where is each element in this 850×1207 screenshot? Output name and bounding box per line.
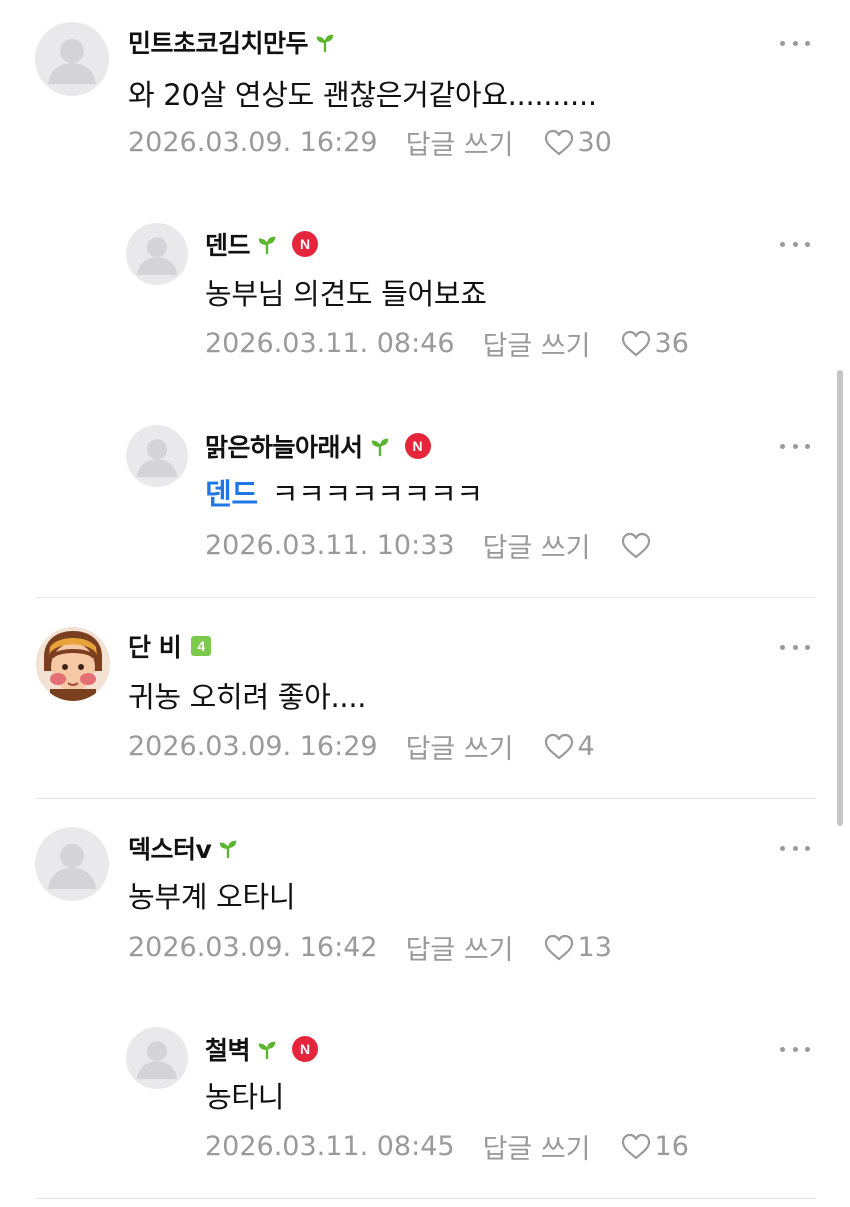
heart-outline-icon xyxy=(544,129,573,155)
avatar[interactable] xyxy=(35,827,109,901)
divider xyxy=(36,597,816,598)
more-horizontal-icon xyxy=(780,443,785,449)
comment-date: 2026.03.09. 16:29 xyxy=(128,730,378,762)
avatar[interactable] xyxy=(36,627,110,701)
new-user-badge: N xyxy=(404,433,431,459)
comment-meta: 2026.03.09. 16:42 답글 쓰기 13 xyxy=(128,928,612,967)
nickname[interactable]: 단 비 xyxy=(128,628,182,664)
heart-outline-icon xyxy=(621,532,650,558)
heart-outline-icon xyxy=(621,330,650,356)
character-avatar-icon xyxy=(36,627,110,701)
like-button[interactable]: 30 xyxy=(544,127,612,158)
avatar[interactable] xyxy=(126,425,188,487)
more-horizontal-icon xyxy=(780,241,785,247)
more-options-button[interactable] xyxy=(780,1039,810,1059)
divider xyxy=(36,1198,816,1199)
like-button[interactable]: 36 xyxy=(621,328,689,359)
default-user-avatar-icon xyxy=(136,439,178,477)
avatar[interactable] xyxy=(126,223,188,285)
name-line: 민트초코김치만두 xyxy=(128,25,336,59)
comment-date: 2026.03.09. 16:29 xyxy=(128,126,378,158)
sprout-icon xyxy=(316,34,334,53)
name-line: 철벽 N xyxy=(205,1031,319,1067)
reply-button[interactable]: 답글 쓰기 xyxy=(483,324,591,363)
comment-meta: 2026.03.11. 10:33 답글 쓰기 xyxy=(205,526,655,565)
divider xyxy=(36,798,816,799)
new-user-badge: N xyxy=(292,1036,319,1062)
comment-text: 와 20살 연상도 괜찮은거같아요.......... xyxy=(128,78,597,112)
like-button[interactable]: 16 xyxy=(621,1131,689,1162)
comment-text: 농부님 의견도 들어보죠 xyxy=(205,277,487,311)
reply-button[interactable]: 답글 쓰기 xyxy=(406,123,514,162)
scrollbar[interactable] xyxy=(837,370,843,826)
heart-outline-icon xyxy=(621,1133,650,1159)
more-horizontal-icon xyxy=(780,644,785,650)
new-user-badge: N xyxy=(292,231,319,257)
heart-outline-icon xyxy=(544,934,573,960)
nickname[interactable]: 민트초코김치만두 xyxy=(128,24,309,60)
level-badge: 4 xyxy=(191,636,212,656)
more-options-button[interactable] xyxy=(780,637,810,657)
reply-button[interactable]: 답글 쓰기 xyxy=(483,1127,591,1166)
name-line: 단 비 4 xyxy=(128,628,212,664)
default-user-avatar-icon xyxy=(136,1041,178,1079)
nickname[interactable]: 맑은하늘아래서 xyxy=(205,428,363,464)
comment-date: 2026.03.11. 08:46 xyxy=(205,327,455,359)
more-horizontal-icon xyxy=(780,845,785,851)
name-line: 덱스터v xyxy=(128,831,239,865)
like-count: 4 xyxy=(577,730,595,762)
comment-text: 귀농 오히려 좋아.... xyxy=(128,680,367,714)
comment-text: 농부계 오타니 xyxy=(128,880,296,914)
reply-button[interactable]: 답글 쓰기 xyxy=(483,526,591,565)
more-horizontal-icon xyxy=(780,1046,785,1052)
more-options-button[interactable] xyxy=(780,33,810,53)
comment-date: 2026.03.11. 10:33 xyxy=(205,529,455,561)
like-count: 36 xyxy=(654,327,689,359)
nickname[interactable]: 철벽 xyxy=(205,1031,251,1067)
like-count: 30 xyxy=(577,126,612,158)
default-user-avatar-icon xyxy=(136,237,178,275)
like-count: 13 xyxy=(577,931,612,963)
like-button[interactable]: 13 xyxy=(544,932,612,963)
comment-meta: 2026.03.09. 16:29 답글 쓰기 30 xyxy=(128,123,612,162)
sprout-icon xyxy=(371,438,388,457)
reply-button[interactable]: 답글 쓰기 xyxy=(406,727,514,766)
name-line: 덴드 N xyxy=(205,226,319,262)
like-button[interactable]: 4 xyxy=(544,731,595,762)
mention-link[interactable]: 덴드 xyxy=(205,477,258,511)
name-line: 맑은하늘아래서 N xyxy=(205,429,431,463)
heart-outline-icon xyxy=(544,733,573,759)
default-user-avatar-icon xyxy=(48,844,96,889)
avatar[interactable] xyxy=(126,1027,188,1089)
comment-text: 농타니 xyxy=(205,1080,285,1114)
comment-meta: 2026.03.09. 16:29 답글 쓰기 4 xyxy=(128,727,595,766)
more-options-button[interactable] xyxy=(780,234,810,254)
comment-body: ㅋㅋㅋㅋㅋㅋㅋㅋ xyxy=(271,477,483,511)
comment-meta: 2026.03.11. 08:46 답글 쓰기 36 xyxy=(205,324,689,363)
sprout-icon xyxy=(258,236,276,255)
nickname[interactable]: 덴드 xyxy=(205,226,251,262)
reply-button[interactable]: 답글 쓰기 xyxy=(406,928,514,967)
comment-text: 덴드 ㅋㅋㅋㅋㅋㅋㅋㅋ xyxy=(205,472,483,516)
comment-date: 2026.03.09. 16:42 xyxy=(128,931,378,963)
like-count: 16 xyxy=(654,1130,689,1162)
like-button[interactable] xyxy=(621,532,655,559)
more-options-button[interactable] xyxy=(780,436,810,456)
sprout-icon xyxy=(258,1041,276,1060)
sprout-icon xyxy=(220,840,237,859)
default-user-avatar-icon xyxy=(48,39,96,84)
avatar[interactable] xyxy=(35,22,109,96)
comment-meta: 2026.03.11. 08:45 답글 쓰기 16 xyxy=(205,1127,689,1166)
comment-date: 2026.03.11. 08:45 xyxy=(205,1130,455,1162)
more-options-button[interactable] xyxy=(780,838,810,858)
nickname[interactable]: 덱스터v xyxy=(128,830,212,866)
more-horizontal-icon xyxy=(780,40,785,46)
